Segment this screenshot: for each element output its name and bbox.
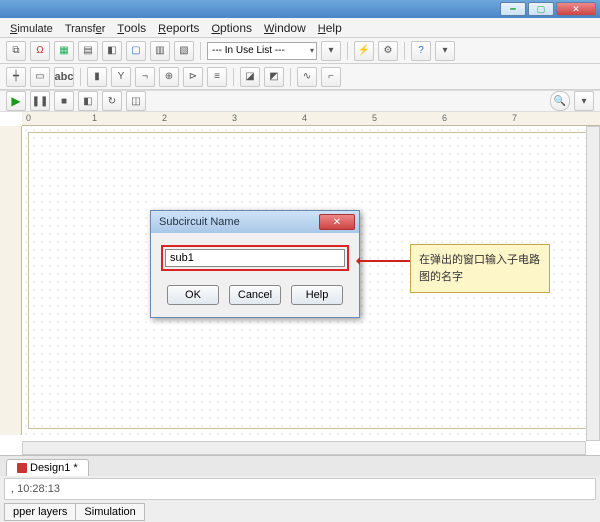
bottom-panel: Design1 * , 10:28:13 pper layers Simulat… bbox=[0, 455, 600, 522]
separator-icon bbox=[200, 42, 201, 60]
schematic-file-icon bbox=[17, 463, 27, 473]
separator-icon bbox=[347, 42, 348, 60]
tool-help-icon[interactable]: ? bbox=[411, 41, 431, 61]
menu-options[interactable]: Options bbox=[205, 19, 258, 37]
tool-connector-icon[interactable]: ⊕ bbox=[159, 67, 179, 87]
tool-step-icon[interactable]: ⌐ bbox=[321, 67, 341, 87]
separator-icon bbox=[233, 68, 234, 86]
subcircuit-name-dialog: Subcircuit Name ✕ OK Cancel Help bbox=[150, 210, 360, 318]
tool-net-icon[interactable]: ┿ bbox=[6, 67, 26, 87]
document-tab-design1[interactable]: Design1 * bbox=[6, 459, 89, 476]
dialog-button-row: OK Cancel Help bbox=[161, 285, 349, 305]
chart-icon[interactable]: ◫ bbox=[126, 91, 146, 111]
run-button[interactable]: ▶ bbox=[6, 91, 26, 111]
menu-transfer[interactable]: Transfer bbox=[59, 19, 112, 37]
tool-generic-icon[interactable]: ⧉ bbox=[6, 41, 26, 61]
vertical-ruler bbox=[0, 126, 22, 435]
zoom-menu-icon[interactable]: ▾ bbox=[574, 91, 594, 111]
tool-wrench-icon[interactable]: ⚙ bbox=[378, 41, 398, 61]
tool-table-icon[interactable]: ▤ bbox=[78, 41, 98, 61]
zoom-icon[interactable]: 🔍 bbox=[550, 91, 570, 111]
menu-reports[interactable]: Reports bbox=[152, 19, 205, 37]
annotation-arrow-icon bbox=[358, 260, 410, 262]
dialog-titlebar[interactable]: Subcircuit Name ✕ bbox=[151, 211, 359, 233]
tool-wave-icon[interactable]: ∿ bbox=[297, 67, 317, 87]
dialog-body: OK Cancel Help bbox=[151, 233, 359, 317]
in-use-list-dropdown[interactable]: --- In Use List --- bbox=[207, 42, 317, 60]
tool-component-icon[interactable]: ▥ bbox=[150, 41, 170, 61]
tool-dropdown-icon[interactable]: ▾ bbox=[435, 41, 455, 61]
tool-doc-icon[interactable]: ▭ bbox=[30, 67, 50, 87]
separator-icon bbox=[404, 42, 405, 60]
toolbar-row-2: ┿ ▭ abc ▮ Y ¬ ⊕ ⊳ ≡ ◪ ◩ ∿ ⌐ bbox=[0, 64, 600, 90]
tool-text-icon[interactable]: abc bbox=[54, 67, 74, 87]
separator-icon bbox=[80, 68, 81, 86]
menu-bar: Simulate Transfer Tools Reports Options … bbox=[0, 18, 600, 38]
cancel-button[interactable]: Cancel bbox=[229, 285, 281, 305]
tool-probe-icon[interactable]: ▮ bbox=[87, 67, 107, 87]
stop-button[interactable]: ■ bbox=[54, 91, 74, 111]
tab-simulation[interactable]: Simulation bbox=[75, 503, 144, 521]
tool-part2-icon[interactable]: ◩ bbox=[264, 67, 284, 87]
tool-transistor-icon[interactable]: Y bbox=[111, 67, 131, 87]
subcircuit-name-input[interactable] bbox=[165, 249, 345, 267]
status-bar: , 10:28:13 bbox=[4, 478, 596, 500]
document-tab-label: Design1 * bbox=[30, 462, 78, 474]
menu-window[interactable]: Window bbox=[258, 19, 312, 37]
pause-button[interactable]: ❚❚ bbox=[30, 91, 50, 111]
horizontal-scrollbar[interactable] bbox=[22, 441, 586, 455]
dialog-title-label: Subcircuit Name bbox=[159, 216, 240, 228]
tool-omega-icon[interactable]: Ω bbox=[30, 41, 50, 61]
tool-gate-icon[interactable]: ¬ bbox=[135, 67, 155, 87]
app-window: ━ ▢ ✕ Simulate Transfer Tools Reports Op… bbox=[0, 0, 600, 522]
maximize-button[interactable]: ▢ bbox=[528, 2, 554, 16]
refresh-icon[interactable]: ↻ bbox=[102, 91, 122, 111]
document-tabs: Design1 * bbox=[0, 456, 600, 476]
ok-button[interactable]: OK bbox=[167, 285, 219, 305]
tool-part-icon[interactable]: ◪ bbox=[240, 67, 260, 87]
minimize-button[interactable]: ━ bbox=[500, 2, 526, 16]
dialog-input-highlight bbox=[161, 245, 349, 271]
close-button[interactable]: ✕ bbox=[556, 2, 596, 16]
window-titlebar: ━ ▢ ✕ bbox=[0, 0, 600, 18]
toolbar-row-1: ⧉ Ω ▦ ▤ ◧ ▢ ▥ ▧ --- In Use List --- ▾ ⚡ … bbox=[0, 38, 600, 64]
menu-tools[interactable]: Tools bbox=[111, 19, 152, 37]
dialog-close-button[interactable]: ✕ bbox=[319, 214, 355, 230]
annotation-callout: 在弹出的窗口输入子电路图的名字 bbox=[410, 244, 550, 293]
tab-upper-layers[interactable]: pper layers bbox=[4, 503, 75, 521]
annotation-text: 在弹出的窗口输入子电路图的名字 bbox=[419, 254, 540, 283]
tool-grid-icon[interactable]: ▦ bbox=[54, 41, 74, 61]
tool-layers-icon[interactable]: ▧ bbox=[174, 41, 194, 61]
step-button[interactable]: ◧ bbox=[78, 91, 98, 111]
tool-dropdown-arrow-icon[interactable]: ▾ bbox=[321, 41, 341, 61]
tool-ground-icon[interactable]: ≡ bbox=[207, 67, 227, 87]
status-time-label: , 10:28:13 bbox=[11, 483, 60, 495]
help-button[interactable]: Help bbox=[291, 285, 343, 305]
separator-icon bbox=[290, 68, 291, 86]
tool-list-icon[interactable]: ◧ bbox=[102, 41, 122, 61]
horizontal-ruler: 0 1 2 3 4 5 6 7 bbox=[22, 112, 600, 126]
tool-flash-icon[interactable]: ⚡ bbox=[354, 41, 374, 61]
tool-port-icon[interactable]: ⊳ bbox=[183, 67, 203, 87]
toolbar-row-3: ▶ ❚❚ ■ ◧ ↻ ◫ 🔍 ▾ bbox=[0, 90, 600, 112]
vertical-scrollbar[interactable] bbox=[586, 126, 600, 441]
menu-help[interactable]: Help bbox=[312, 19, 348, 37]
mode-tabs: pper layers Simulation bbox=[0, 502, 600, 522]
menu-simulate[interactable]: Simulate bbox=[4, 19, 59, 37]
tool-box-icon[interactable]: ▢ bbox=[126, 41, 146, 61]
